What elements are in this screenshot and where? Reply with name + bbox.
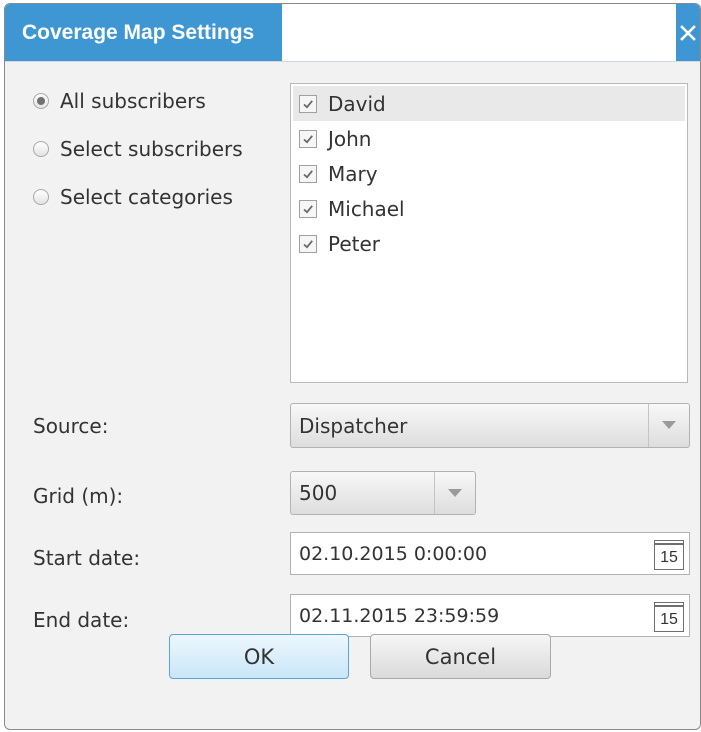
close-button[interactable] [676,4,700,61]
end-date-value: 02.11.2015 23:59:59 [299,604,500,627]
title-bar: Coverage Map Settings [5,4,700,62]
radio-label: Select subscribers [60,137,243,161]
selection-mode-group: All subscribers Select subscribers Selec… [33,89,243,233]
radio-label: All subscribers [60,89,206,113]
radio-button-checked-icon [33,93,49,109]
grid-label: Grid (m): [33,484,124,508]
source-label: Source: [33,414,109,438]
checkbox-checked-icon[interactable] [299,199,317,218]
coverage-map-settings-dialog: Coverage Map Settings All subscribers Se… [4,3,701,730]
checkbox-checked-icon[interactable] [299,164,317,183]
start-date-field[interactable]: 02.10.2015 0:00:00 15 [290,532,690,575]
source-value: Dispatcher [299,413,408,438]
dialog-title: Coverage Map Settings [5,4,282,61]
calendar-day-label: 15 [660,549,678,566]
checkbox-checked-icon[interactable] [299,234,317,253]
list-item-david[interactable]: David [293,86,685,121]
grid-value: 500 [299,481,338,505]
chevron-down-icon[interactable] [648,404,689,447]
list-item-peter[interactable]: Peter [293,226,685,261]
list-item-label: Mary [328,161,378,186]
list-item-mary[interactable]: Mary [293,156,685,191]
list-item-label: John [328,126,372,151]
list-item-john[interactable]: John [293,121,685,156]
source-dropdown[interactable]: Dispatcher [290,403,690,448]
end-date-field[interactable]: 02.11.2015 23:59:59 15 [290,594,690,637]
start-date-value: 02.10.2015 0:00:00 [299,542,488,565]
calendar-icon[interactable]: 15 [654,540,684,570]
list-item-label: Michael [328,196,405,221]
start-date-label: Start date: [33,546,141,570]
subscriber-list[interactable]: David John Mary Michael Peter [290,83,688,383]
radio-label: Select categories [60,185,233,209]
checkbox-checked-icon[interactable] [299,129,317,148]
checkbox-checked-icon[interactable] [299,94,317,113]
radio-button-icon [33,189,49,205]
chevron-down-icon[interactable] [434,472,475,514]
grid-dropdown[interactable]: 500 [290,471,476,515]
radio-select-categories[interactable]: Select categories [33,185,243,209]
calendar-day-label: 15 [660,611,678,628]
end-date-label: End date: [33,608,130,632]
list-item-label: Peter [328,231,381,256]
cancel-button[interactable]: Cancel [370,634,551,679]
calendar-icon[interactable]: 15 [654,602,684,632]
list-item-label: David [328,91,386,116]
list-item-michael[interactable]: Michael [293,191,685,226]
radio-select-subscribers[interactable]: Select subscribers [33,137,243,161]
ok-button[interactable]: OK [169,634,349,679]
close-icon [680,24,696,41]
radio-button-icon [33,141,49,157]
radio-all-subscribers[interactable]: All subscribers [33,89,243,113]
